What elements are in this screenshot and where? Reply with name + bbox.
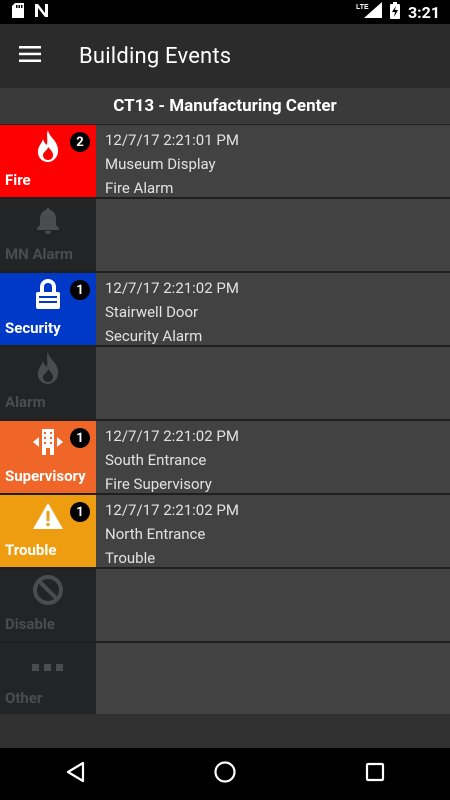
home-button[interactable] — [185, 748, 265, 800]
n-notification-icon — [34, 3, 49, 22]
event-row-security[interactable]: Security 1 12/7/17 2:21:02 PM Stairwell … — [0, 273, 450, 347]
event-location: South Entrance — [105, 451, 207, 469]
event-description: Security Alarm — [105, 327, 203, 345]
recents-button[interactable] — [335, 748, 415, 800]
event-row-fire[interactable]: Fire 2 12/7/17 2:21:01 PM Museum Display… — [0, 125, 450, 199]
svg-text:LTE: LTE — [356, 4, 369, 11]
event-timestamp: 12/7/17 2:21:01 PM — [105, 131, 239, 149]
event-row-disable[interactable]: Disable — [0, 569, 450, 643]
event-location: Museum Display — [105, 155, 216, 173]
flame-icon — [33, 129, 63, 167]
event-tile-security[interactable]: Security 1 — [0, 273, 96, 345]
page-title: Building Events — [79, 43, 232, 69]
event-count-badge: 1 — [70, 280, 90, 300]
event-type-label: Fire — [5, 171, 31, 189]
battery-charging-icon — [389, 1, 400, 23]
event-type-label: Security — [5, 319, 61, 337]
bell-icon — [35, 206, 61, 238]
event-details: 12/7/17 2:21:01 PM Museum Display Fire A… — [96, 125, 450, 197]
lock-icon — [33, 278, 63, 314]
disable-circle-icon — [32, 574, 64, 610]
event-description: Fire Supervisory — [105, 475, 212, 493]
event-type-label: Supervisory — [5, 467, 86, 485]
event-tile-supervisory[interactable]: Supervisory 1 — [0, 421, 96, 493]
status-bar: LTE 3:21 — [0, 0, 450, 24]
menu-button[interactable] — [0, 24, 60, 88]
event-tile-trouble[interactable]: Trouble 1 — [0, 495, 96, 567]
event-row-other[interactable]: Other — [0, 643, 450, 715]
recents-icon — [365, 762, 385, 786]
event-details — [96, 347, 450, 419]
app-bar: Building Events — [0, 24, 450, 88]
event-timestamp: 12/7/17 2:21:02 PM — [105, 427, 239, 445]
event-tile-fire[interactable]: Fire 2 — [0, 125, 96, 197]
event-location: Stairwell Door — [105, 303, 199, 321]
event-count-badge: 1 — [70, 502, 90, 522]
event-type-label: Alarm — [5, 393, 46, 411]
event-details: 12/7/17 2:21:02 PM North Entrance Troubl… — [96, 495, 450, 567]
location-header: CT13 - Manufacturing Center — [0, 88, 450, 126]
event-location: North Entrance — [105, 525, 206, 543]
event-description: Fire Alarm — [105, 179, 174, 197]
hamburger-menu-icon — [19, 46, 41, 66]
event-tile-disable[interactable]: Disable — [0, 569, 96, 641]
status-time: 3:21 — [407, 2, 440, 22]
list-footer-space — [0, 714, 450, 748]
building-arrows-icon — [31, 427, 65, 461]
event-tile-other[interactable]: Other — [0, 643, 96, 715]
event-row-trouble[interactable]: Trouble 1 12/7/17 2:21:02 PM North Entra… — [0, 495, 450, 569]
back-icon — [65, 761, 85, 787]
back-button[interactable] — [35, 748, 115, 800]
event-details — [96, 643, 450, 715]
event-row-supervisory[interactable]: Supervisory 1 12/7/17 2:21:02 PM South E… — [0, 421, 450, 495]
event-type-label: Trouble — [5, 541, 57, 559]
event-details: 12/7/17 2:21:02 PM South Entrance Fire S… — [96, 421, 450, 493]
event-count-badge: 2 — [70, 132, 90, 152]
event-row-alarm[interactable]: Alarm — [0, 347, 450, 421]
event-timestamp: 12/7/17 2:21:02 PM — [105, 501, 239, 519]
event-details — [96, 199, 450, 271]
event-description: Trouble — [105, 549, 156, 567]
event-type-label: Disable — [5, 615, 55, 633]
navigation-bar — [0, 748, 450, 800]
lte-signal-icon: LTE — [356, 2, 382, 22]
events-list: Fire 2 12/7/17 2:21:01 PM Museum Display… — [0, 125, 450, 715]
event-type-label: Other — [5, 689, 43, 707]
event-row-mn-alarm[interactable]: MN Alarm — [0, 199, 450, 273]
home-icon — [213, 760, 237, 788]
event-tile-alarm[interactable]: Alarm — [0, 347, 96, 419]
event-timestamp: 12/7/17 2:21:02 PM — [105, 279, 239, 297]
flame-icon — [33, 351, 63, 389]
event-details — [96, 569, 450, 641]
sd-card-icon — [12, 2, 24, 22]
event-tile-mn-alarm[interactable]: MN Alarm — [0, 199, 96, 271]
event-details: 12/7/17 2:21:02 PM Stairwell Door Securi… — [96, 273, 450, 345]
event-count-badge: 1 — [70, 428, 90, 448]
location-title: CT13 - Manufacturing Center — [113, 96, 337, 116]
warning-triangle-icon — [32, 502, 64, 534]
event-type-label: MN Alarm — [5, 245, 74, 263]
dots-icon — [32, 657, 64, 676]
